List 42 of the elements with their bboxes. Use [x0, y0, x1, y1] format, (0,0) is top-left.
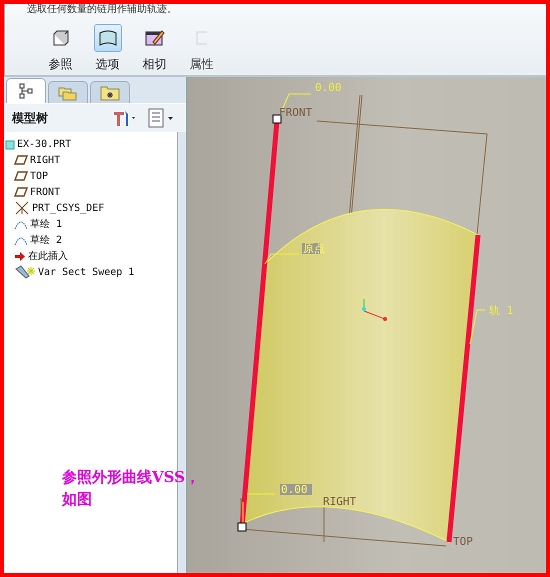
- coordinate-axes-icon: [362, 298, 387, 321]
- sweep-icon: [14, 265, 36, 279]
- pencil-window-icon: [144, 29, 164, 47]
- annotation-text: 参照外形曲线VSS， 如图: [62, 467, 200, 510]
- tree-item[interactable]: TOP: [4, 168, 177, 184]
- navigator-tab[interactable]: [6, 78, 46, 103]
- handle-icon[interactable]: [238, 522, 246, 532]
- cube-icon: [52, 29, 70, 47]
- handle-icon[interactable]: [272, 114, 282, 124]
- datum-label: RIGHT: [323, 495, 356, 508]
- panel-title: 模型树: [12, 110, 49, 126]
- surface-icon: [98, 29, 118, 47]
- plane-icon: [14, 187, 28, 197]
- plane-icon: [14, 171, 28, 181]
- dimension-label: 0.00: [315, 81, 342, 94]
- tools-icon: [112, 109, 138, 127]
- plane-icon: [14, 155, 28, 165]
- tree-item[interactable]: 草绘 1: [4, 216, 177, 232]
- axes-icon: [14, 201, 30, 215]
- tag-label: 0.00: [280, 483, 312, 496]
- folders-icon: [58, 84, 78, 100]
- dimension-label: 轨 1: [489, 304, 514, 317]
- arc-icon: [14, 234, 28, 246]
- tree-item[interactable]: 草绘 2: [4, 232, 177, 248]
- folder-star-icon: [100, 84, 120, 100]
- tree-item[interactable]: PRT_CSYS_DEF: [4, 200, 177, 216]
- datum-label: TOP: [453, 535, 473, 548]
- dashboard-tab[interactable]: 选项: [84, 24, 131, 73]
- cube-icon: [5, 138, 15, 150]
- dashboard-tab[interactable]: 参照: [37, 24, 84, 73]
- datum-label: FRONT: [279, 106, 312, 119]
- tree-item[interactable]: EX-30.PRT: [4, 136, 177, 152]
- arc-icon: [14, 218, 28, 230]
- tree-item[interactable]: 在此插入: [4, 248, 177, 264]
- tree-icon: [19, 83, 33, 99]
- navigator-tab[interactable]: [90, 81, 130, 103]
- arrow-icon: [14, 250, 26, 262]
- tree-item[interactable]: FRONT: [4, 184, 177, 200]
- tree-item[interactable]: Var Sect Sweep 1: [4, 264, 177, 280]
- tree-item[interactable]: RIGHT: [4, 152, 177, 168]
- list-icon: [148, 108, 176, 128]
- dashboard-tab[interactable]: 相切: [131, 24, 178, 73]
